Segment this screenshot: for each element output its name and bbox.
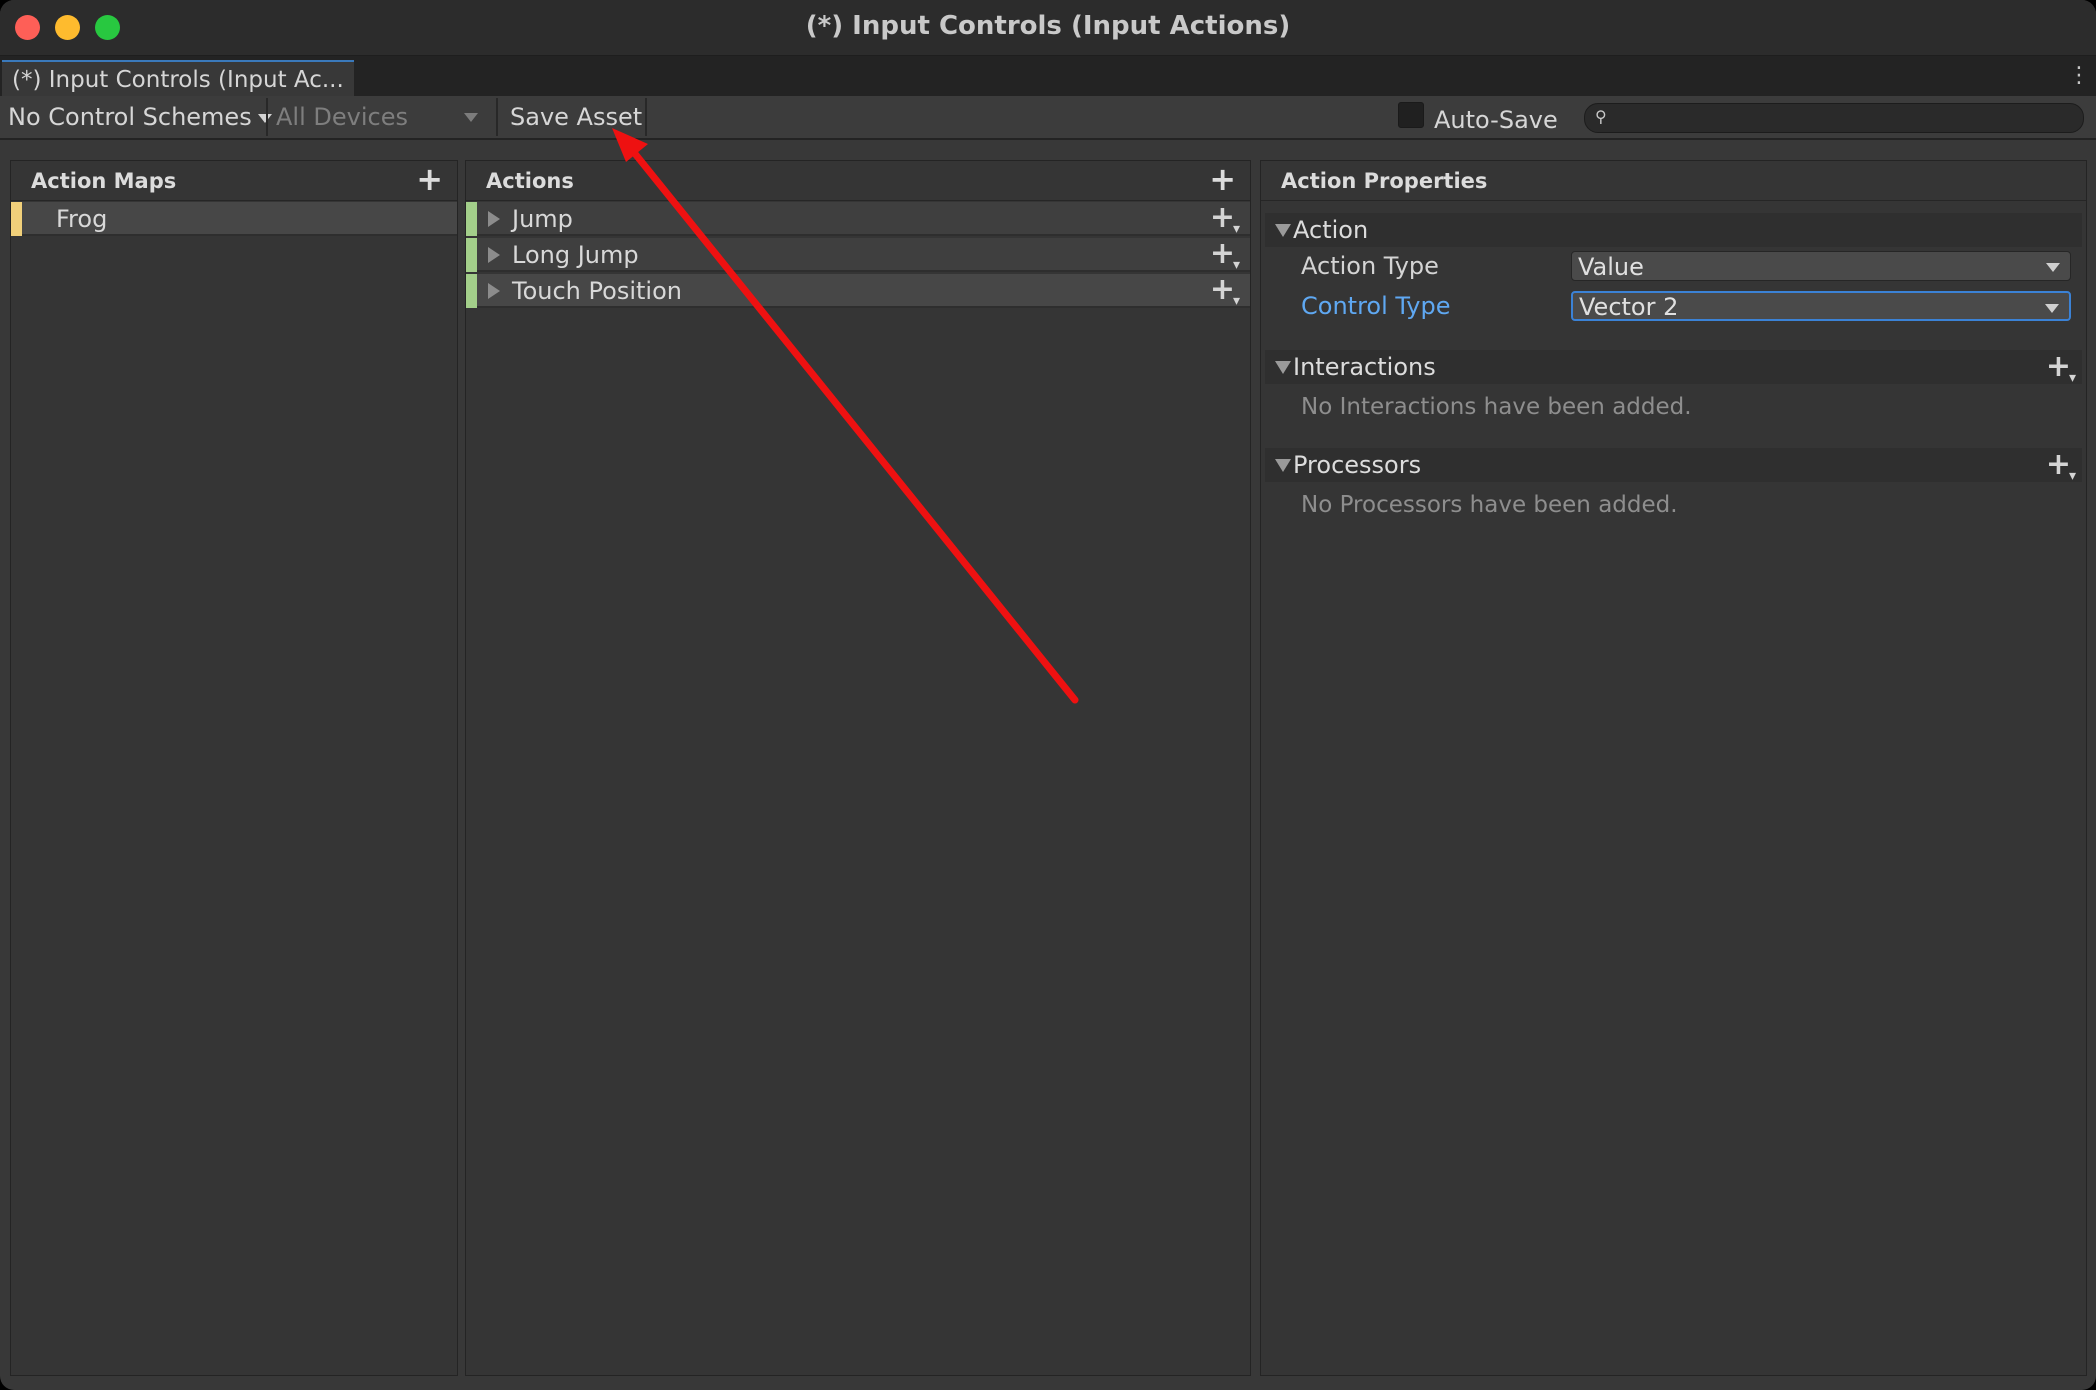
action-type-label: Action Type <box>1301 252 1439 280</box>
action-maps-title: Action Maps <box>31 169 177 193</box>
processors-empty-message: No Processors have been added. <box>1301 492 1678 518</box>
search-input[interactable]: ⚲ <box>1584 103 2084 133</box>
action-label: Jump <box>512 205 573 233</box>
devices-label: All Devices <box>276 103 408 131</box>
add-interaction-button[interactable]: +▾ <box>2046 352 2076 393</box>
more-options-icon[interactable]: ⋮ <box>2068 65 2090 87</box>
action-label: Long Jump <box>512 241 639 269</box>
tab-bar: (*) Input Controls (Input Ac... ⋮ <box>0 56 2096 96</box>
action-row-touch-position[interactable]: Touch Position +▾ <box>466 274 1250 309</box>
action-label: Touch Position <box>512 277 682 305</box>
action-maps-pane: Action Maps + Frog <box>10 160 458 1376</box>
action-map-marker <box>11 202 22 236</box>
control-type-dropdown[interactable]: Vector 2 <box>1571 291 2071 321</box>
title-bar: (*) Input Controls (Input Actions) <box>0 0 2096 56</box>
action-marker <box>466 274 477 308</box>
collapse-arrow-icon[interactable] <box>1275 361 1291 374</box>
chevron-down-icon <box>2046 263 2060 272</box>
interactions-section-header[interactable]: Interactions +▾ <box>1265 350 2082 386</box>
toolbar-divider <box>645 98 647 136</box>
control-type-value: Vector 2 <box>1579 293 1679 321</box>
add-action-button[interactable]: + <box>1209 163 1236 195</box>
save-asset-button[interactable]: Save Asset <box>510 96 642 138</box>
actions-title: Actions <box>486 169 574 193</box>
action-properties-header: Action Properties <box>1261 161 2086 201</box>
interactions-section-label: Interactions <box>1293 353 1436 381</box>
control-scheme-dropdown[interactable]: No Control Schemes <box>8 96 272 138</box>
action-marker <box>466 202 477 236</box>
action-marker <box>466 238 477 272</box>
input-actions-window: (*) Input Controls (Input Actions) (*) I… <box>0 0 2096 1390</box>
action-type-dropdown[interactable]: Value <box>1571 251 2071 281</box>
toolbar: No Control Schemes All Devices Save Asse… <box>0 96 2096 140</box>
tab-input-controls[interactable]: (*) Input Controls (Input Ac... <box>2 60 354 96</box>
action-properties-pane: Action Properties Action Action Type Val… <box>1260 160 2087 1376</box>
toolbar-divider <box>266 98 268 136</box>
expand-arrow-icon[interactable] <box>488 247 500 263</box>
actions-header: Actions + <box>466 161 1250 201</box>
window-title: (*) Input Controls (Input Actions) <box>805 11 1291 41</box>
action-type-value: Value <box>1578 253 1644 281</box>
action-map-label: Frog <box>56 205 108 233</box>
action-properties-title: Action Properties <box>1281 169 1488 193</box>
processors-section-label: Processors <box>1293 451 1422 479</box>
search-icon: ⚲ <box>1595 107 1607 126</box>
collapse-arrow-icon[interactable] <box>1275 459 1291 472</box>
control-scheme-label: No Control Schemes <box>8 103 252 131</box>
chevron-down-icon <box>464 113 478 122</box>
action-maps-header: Action Maps + <box>11 161 457 201</box>
collapse-arrow-icon[interactable] <box>1275 224 1291 237</box>
expand-arrow-icon[interactable] <box>488 211 500 227</box>
auto-save-label: Auto-Save <box>1434 106 1558 134</box>
add-binding-button[interactable]: +▾ <box>1210 275 1240 316</box>
action-row-long-jump[interactable]: Long Jump +▾ <box>466 238 1250 273</box>
expand-arrow-icon[interactable] <box>488 283 500 299</box>
processors-section-header[interactable]: Processors +▾ <box>1265 448 2082 484</box>
action-section-label: Action <box>1293 216 1369 244</box>
chevron-down-icon <box>257 113 272 123</box>
actions-pane: Actions + Jump +▾ Long Jump +▾ Touch Pos… <box>465 160 1251 1376</box>
add-action-map-button[interactable]: + <box>416 163 443 195</box>
toolbar-divider <box>496 98 498 136</box>
action-section-header[interactable]: Action <box>1265 213 2082 247</box>
chevron-down-icon <box>2045 304 2059 313</box>
action-map-item[interactable]: Frog <box>11 202 457 236</box>
control-type-label: Control Type <box>1301 292 1451 320</box>
devices-dropdown[interactable]: All Devices <box>276 96 480 138</box>
interactions-empty-message: No Interactions have been added. <box>1301 394 1692 420</box>
auto-save-checkbox[interactable] <box>1398 102 1424 128</box>
action-row-jump[interactable]: Jump +▾ <box>466 202 1250 237</box>
add-processor-button[interactable]: +▾ <box>2046 450 2076 491</box>
